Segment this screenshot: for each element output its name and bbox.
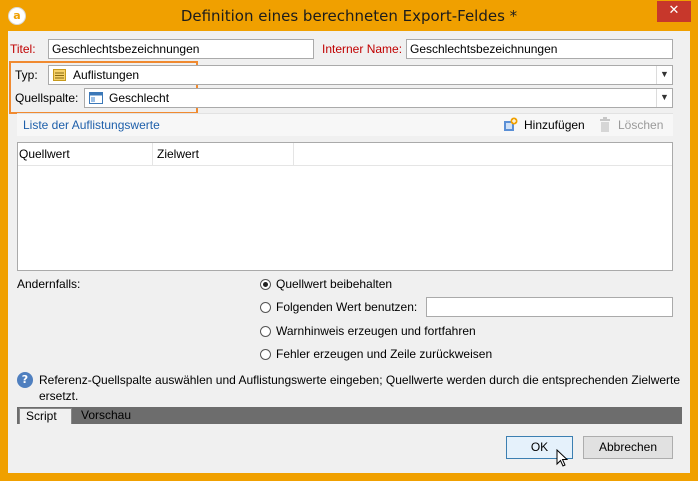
- dialog-body: Titel: Geschlechtsbezeichnungen Interner…: [8, 31, 690, 473]
- mouse-cursor-icon: [556, 449, 569, 467]
- titel-input[interactable]: Geschlechtsbezeichnungen: [48, 39, 314, 59]
- tab-script[interactable]: Script: [19, 408, 72, 424]
- close-button[interactable]: ✕: [657, 1, 691, 22]
- quellspalte-label: Quellspalte:: [15, 91, 79, 105]
- radio-warnhinweis[interactable]: [260, 326, 271, 337]
- typ-value: Auflistungen: [73, 68, 140, 82]
- typ-label: Typ:: [15, 68, 38, 82]
- option-label[interactable]: Warnhinweis erzeugen und fortfahren: [276, 324, 476, 338]
- add-icon: [504, 117, 518, 131]
- chevron-down-icon[interactable]: ▼: [656, 66, 672, 84]
- tab-vorschau[interactable]: Vorschau: [75, 408, 137, 424]
- help-icon: ?: [17, 372, 33, 388]
- folgender-wert-input[interactable]: [426, 297, 673, 317]
- interner-name-input[interactable]: Geschlechtsbezeichnungen: [406, 39, 673, 59]
- typ-select[interactable]: Auflistungen ▼: [48, 65, 673, 85]
- radio-folgenden-wert[interactable]: [260, 302, 271, 313]
- cancel-button[interactable]: Abbrechen: [583, 436, 673, 459]
- interner-name-label: Interner Name:: [322, 42, 403, 56]
- column-header-quellwert[interactable]: Quellwert: [19, 147, 70, 161]
- radio-quellwert-beibehalten[interactable]: [260, 279, 271, 290]
- quellspalte-value: Geschlecht: [109, 91, 170, 105]
- enumeration-list[interactable]: Quellwert Zielwert: [17, 142, 673, 271]
- column-header-zielwert[interactable]: Zielwert: [157, 147, 199, 161]
- titel-label: Titel:: [10, 42, 36, 56]
- info-text-line1: Referenz-Quellspalte auswählen und Aufli…: [39, 373, 681, 387]
- chevron-down-icon[interactable]: ▼: [656, 89, 672, 107]
- option-label[interactable]: Quellwert beibehalten: [276, 277, 392, 291]
- close-icon: ✕: [668, 3, 680, 18]
- list-header: Quellwert Zielwert: [18, 143, 672, 166]
- option-label[interactable]: Fehler erzeugen und Zeile zurückweisen: [276, 347, 492, 361]
- quellspalte-select[interactable]: Geschlecht ▼: [84, 88, 673, 108]
- window-title: Definition eines berechneten Export-Feld…: [180, 7, 518, 25]
- column-divider: [152, 143, 153, 165]
- radio-fehler[interactable]: [260, 349, 271, 360]
- tab-bar: Script Vorschau: [17, 407, 682, 424]
- list-icon: [53, 69, 66, 81]
- info-text-line2: ersetzt.: [39, 389, 79, 403]
- add-label: Hinzufügen: [524, 118, 585, 132]
- column-divider: [293, 143, 294, 165]
- aufzaehlungswerte-link[interactable]: Liste der Auflistungswerte: [23, 118, 160, 132]
- column-icon: [89, 92, 103, 104]
- trash-icon: [600, 117, 610, 132]
- title-bar[interactable]: a Definition eines berechneten Export-Fe…: [1, 1, 697, 31]
- andernfalls-label: Andernfalls:: [17, 277, 81, 291]
- dialog-window: a Definition eines berechneten Export-Fe…: [0, 0, 698, 481]
- option-label[interactable]: Folgenden Wert benutzen:: [276, 300, 417, 314]
- delete-label: Löschen: [618, 118, 664, 132]
